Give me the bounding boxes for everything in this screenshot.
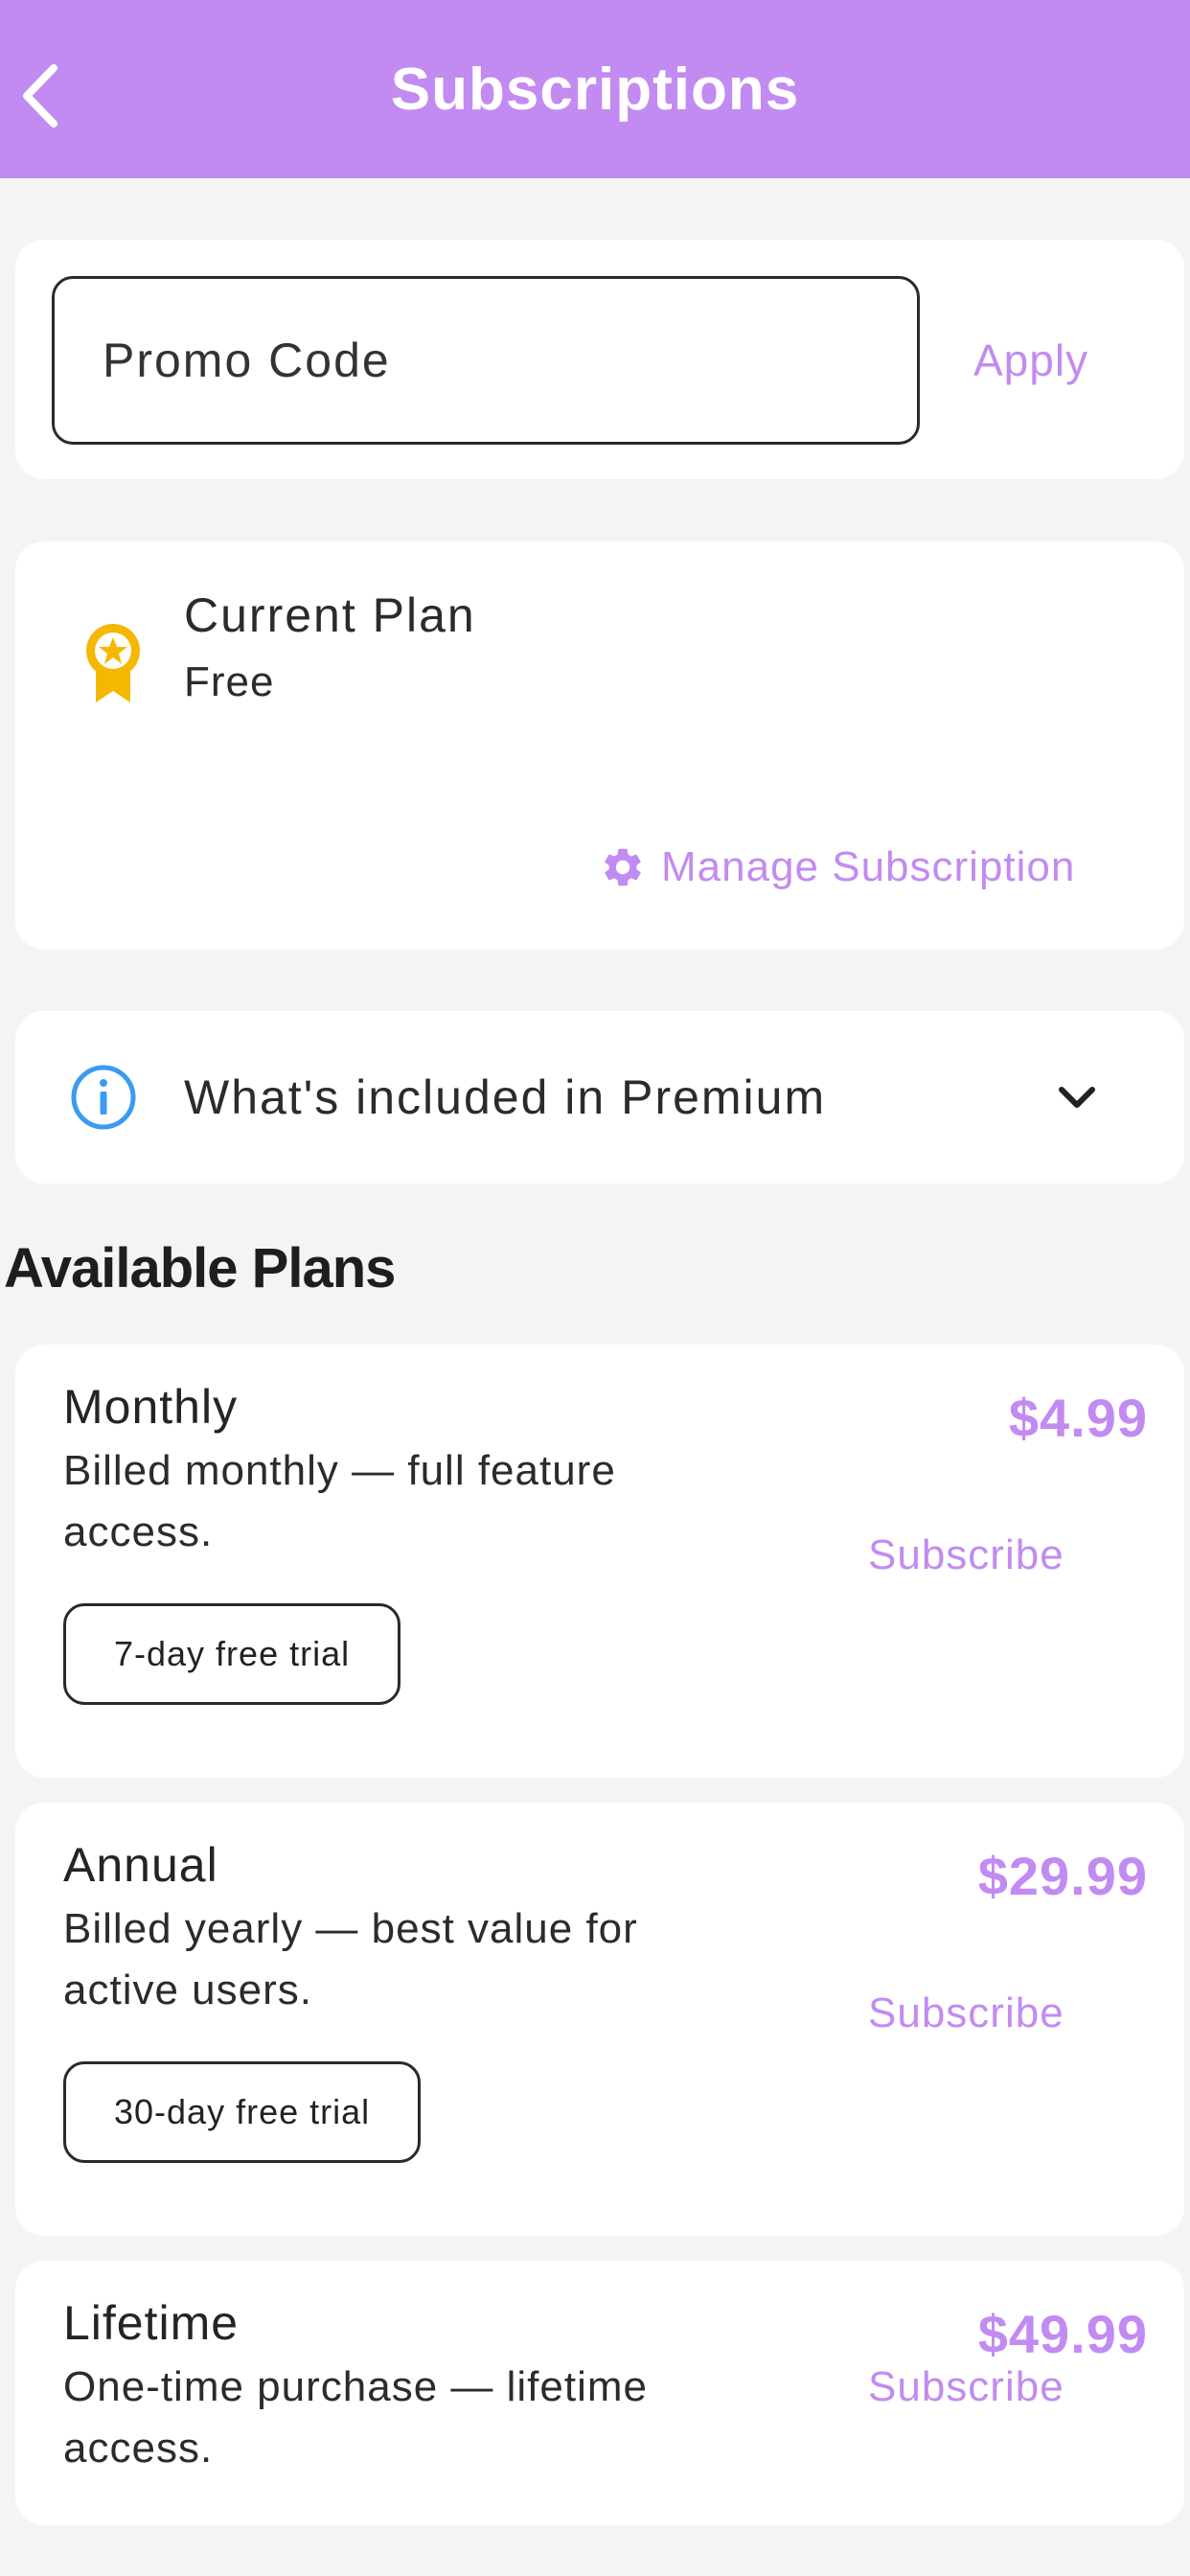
promo-card: Apply [15, 240, 1184, 479]
trial-badge: 30-day free trial [63, 2061, 422, 2163]
plan-card-monthly: Monthly Billed monthly — full feature ac… [15, 1345, 1184, 1778]
app-header: Subscriptions [0, 0, 1190, 178]
subscribe-button-lifetime[interactable]: Subscribe [868, 2349, 1064, 2426]
chevron-down-icon[interactable] [1050, 1070, 1104, 1124]
plan-card-annual: Annual Billed yearly — best value for ac… [15, 1803, 1184, 2236]
plan-name: Monthly [63, 1380, 239, 1434]
current-plan-card: Current Plan Free Manage Subscription [15, 541, 1184, 950]
current-plan-label: Current Plan [184, 588, 476, 642]
apply-button[interactable]: Apply [973, 322, 1088, 399]
plan-description: One-time purchase — lifetime access. [63, 2363, 648, 2472]
plan-description: Billed yearly — best value for active us… [63, 1905, 638, 2013]
subscribe-button-annual[interactable]: Subscribe [868, 1975, 1064, 2052]
manage-subscription-button[interactable]: Manage Subscription [600, 829, 1075, 906]
trial-badge: 7-day free trial [63, 1603, 401, 1705]
plan-name: Lifetime [63, 2296, 240, 2350]
subscribe-button-monthly[interactable]: Subscribe [868, 1517, 1064, 1594]
plan-card-lifetime: Lifetime One-time purchase — lifetime ac… [15, 2261, 1184, 2525]
promo-code-input[interactable] [52, 276, 920, 445]
plan-price: $29.99 [977, 1846, 1148, 1906]
page-title: Subscriptions [390, 56, 800, 123]
medal-icon [86, 624, 140, 702]
premium-info-card[interactable]: What's included in Premium [15, 1011, 1184, 1184]
premium-info-label: What's included in Premium [184, 1070, 827, 1124]
manage-subscription-label: Manage Subscription [661, 843, 1076, 890]
plan-name: Annual [63, 1838, 218, 1892]
current-plan-value: Free [184, 658, 275, 705]
gear-icon [605, 848, 641, 886]
info-icon [71, 1065, 136, 1130]
plan-price: $4.99 [1008, 1388, 1148, 1448]
plan-description: Billed monthly — full feature access. [63, 1447, 616, 1555]
available-plans-heading: Available Plans [4, 1237, 396, 1300]
